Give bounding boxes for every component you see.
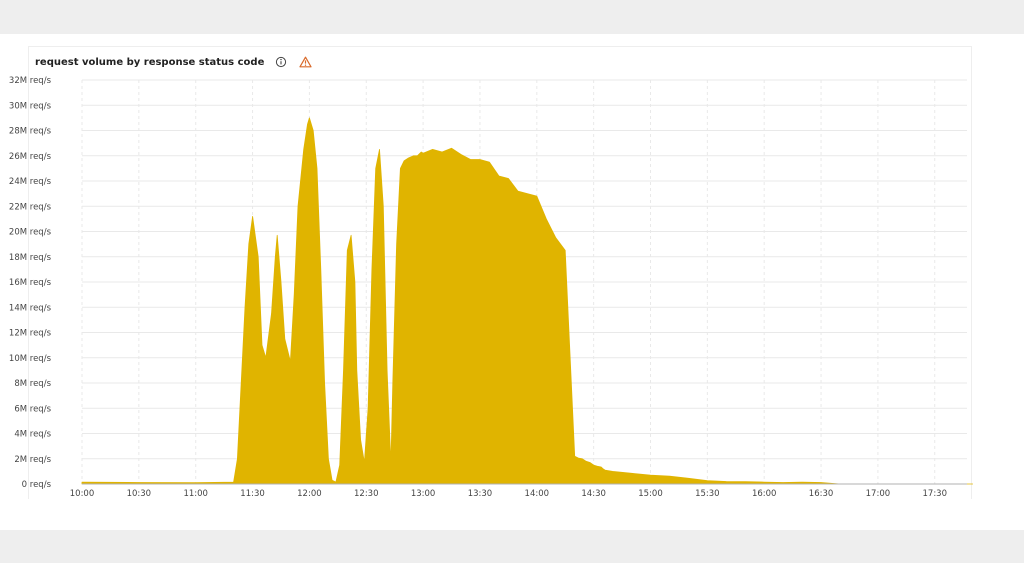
x-tick-label: 11:30: [240, 489, 265, 499]
y-tick-label: 20M req/s: [9, 228, 52, 238]
y-tick-label: 22M req/s: [9, 202, 52, 212]
y-tick-label: 6M req/s: [14, 404, 51, 414]
y-tick-label: 24M req/s: [9, 177, 52, 187]
x-tick-label: 11:00: [183, 489, 208, 499]
x-tick-label: 15:30: [695, 489, 720, 499]
y-tick-label: 32M req/s: [9, 76, 52, 86]
x-tick-label: 14:30: [581, 489, 606, 499]
y-tick-label: 28M req/s: [9, 127, 52, 137]
dashboard-panel: request volume by response status code 0…: [0, 34, 1024, 530]
x-tick-label: 13:30: [468, 489, 493, 499]
y-tick-label: 26M req/s: [9, 152, 52, 162]
y-tick-label: 18M req/s: [9, 253, 52, 263]
y-tick-label: 16M req/s: [9, 278, 52, 288]
x-tick-label: 16:30: [809, 489, 834, 499]
x-tick-label: 17:00: [866, 489, 891, 499]
y-tick-label: 0 req/s: [22, 480, 52, 490]
x-tick-label: 10:00: [70, 489, 95, 499]
area-chart: 0 req/s 2M req/s 4M req/s 6M req/s 8M req/s 1…: [9, 76, 974, 499]
x-tick-label: 13:00: [411, 489, 436, 499]
y-tick-label: 2M req/s: [14, 455, 51, 465]
y-tick-label: 4M req/s: [14, 430, 51, 440]
x-tick-label: 12:00: [297, 489, 322, 499]
x-tick-label: 14:00: [525, 489, 550, 499]
x-tick-label: 15:00: [638, 489, 663, 499]
x-tick-label: 12:30: [354, 489, 379, 499]
x-tick-label: 10:30: [127, 489, 152, 499]
series-area: [81, 117, 974, 485]
y-tick-label: 30M req/s: [9, 101, 52, 111]
x-tick-label: 16:00: [752, 489, 777, 499]
y-tick-label: 8M req/s: [14, 379, 51, 389]
y-tick-label: 14M req/s: [9, 303, 52, 313]
y-tick-label: 10M req/s: [9, 354, 52, 364]
y-tick-label: 12M req/s: [9, 329, 52, 339]
x-tick-label: 17:30: [923, 489, 948, 499]
